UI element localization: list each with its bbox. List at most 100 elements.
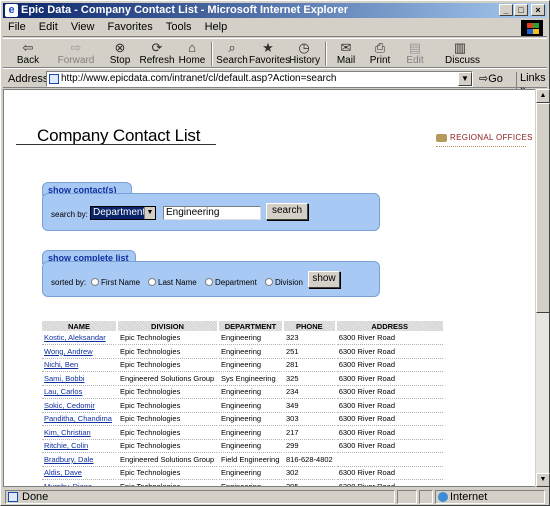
page-title: Company Contact List [37,126,201,145]
column-header-phone[interactable]: PHONE [283,321,337,331]
title-bar: e Epic Data - Company Contact List - Mic… [3,3,547,18]
menu-file[interactable]: File [3,19,31,36]
cell-department: Engineering [218,439,284,453]
cell-department: Engineering [218,412,284,426]
refresh-button[interactable]: ⟳ Refresh [139,39,175,67]
cell-phone: 349 [283,398,337,413]
scroll-up-icon[interactable]: ▲ [536,89,550,103]
edit-button[interactable]: ▤ Edit [405,39,425,67]
phone-icon [436,133,447,142]
sorted-by-label: sorted by: [51,278,87,287]
menu-help[interactable]: Help [200,19,233,36]
cell-name[interactable]: Lau, Carlos [42,385,118,399]
go-arrow-icon: ⇨ [479,73,489,85]
cell-division: Epic Technologies [117,398,219,413]
cell-name[interactable]: Kostic, Aleksandar [42,331,118,345]
table-row: Murphy, Diane Epic Technologies Engineerin… [42,479,445,486]
favorites-icon: ★ [262,40,274,55]
column-header-address[interactable]: ADDRESS [335,321,445,331]
table-row: Panditha, Chandima Epic Technologies Engin… [42,412,445,426]
search-label: Search [216,55,248,66]
show-contacts-panel: search by: Department ▼ Engineering sear… [42,193,380,231]
print-button[interactable]: ⎙ Print [369,39,391,67]
cell-department: Engineering [218,398,284,413]
address-dropdown-button[interactable]: ▼ [458,72,472,86]
sort-division-radio[interactable]: Division [265,278,303,287]
address-input[interactable]: http://www.epicdata.com/intranet/cl/defa… [46,71,473,87]
column-header-department[interactable]: DEPARTMENT [218,321,284,331]
column-header-name[interactable]: NAME [42,321,118,331]
minimize-button[interactable]: _ [499,4,513,16]
cell-department: Engineering [218,425,284,440]
cell-name[interactable]: Sokic, Cedomir [42,398,118,413]
cell-department: Engineering [218,358,284,372]
refresh-icon: ⟳ [151,40,163,55]
cell-name[interactable]: Ritchie, Colin [42,439,118,453]
search-button[interactable]: ⌕ Search [216,39,248,67]
title-underline [16,144,216,145]
discuss-button[interactable]: ▥ Discuss [445,39,480,67]
cell-address: 6300 River Road [335,479,445,486]
cell-phone: 295 [283,479,337,486]
cell-phone: 325 [283,371,337,386]
menu-bar: File Edit View Favorites Tools Help [3,19,547,37]
favorites-button[interactable]: ★ Favorites [249,39,290,67]
forward-button[interactable]: ⇨ Forward [55,39,97,67]
cell-name[interactable]: Nichi, Ben [42,358,118,372]
cell-name[interactable]: Aldis, Dave [42,466,118,480]
search-submit-button[interactable]: search [266,203,308,220]
sort-last-name-radio[interactable]: Last Name [148,278,197,287]
home-button[interactable]: ⌂ Home [177,39,207,67]
cell-name[interactable]: Murphy, Diane [42,479,118,486]
cell-division: Epic Technologies [117,466,219,480]
cell-phone: 302 [283,466,337,480]
cell-name[interactable]: Kim, Christian [42,425,118,440]
cell-name[interactable]: Bradbury, Dale [42,452,118,467]
sort-first-name-radio[interactable]: First Name [91,278,140,287]
go-button[interactable]: ⇨Go [479,72,503,85]
cell-division: Epic Technologies [117,412,219,426]
close-button[interactable]: × [531,4,545,16]
edit-icon: ▤ [408,40,422,55]
scroll-thumb[interactable] [536,103,550,313]
cell-name[interactable]: Sami, Bobbi [42,371,118,386]
menu-edit[interactable]: Edit [34,19,63,36]
mail-button[interactable]: ✉ Mail [333,39,359,67]
maximize-button[interactable]: □ [514,4,528,16]
ie-logo-icon: e [5,4,18,17]
column-header-division[interactable]: DIVISION [117,321,219,331]
history-button[interactable]: ◷ History [289,39,321,67]
sort-department-radio[interactable]: Department [205,278,257,287]
regional-offices-link[interactable]: REGIONAL OFFICES [436,133,533,142]
status-bar: Done Internet [3,489,547,505]
cell-address: 6300 River Road [335,385,445,399]
scroll-down-icon[interactable]: ▼ [536,473,550,487]
cell-division: Epic Technologies [117,425,219,440]
back-button[interactable]: ⇦ Back [9,39,47,67]
cell-division: Epic Technologies [117,479,219,486]
search-field-select[interactable]: Department ▼ [90,206,156,220]
show-list-button[interactable]: show [308,271,340,288]
cell-department: Field Engineering [218,452,284,467]
address-url: http://www.epicdata.com/intranet/cl/defa… [61,73,337,84]
sort-option-label: Department [215,278,257,287]
history-label: History [289,55,321,66]
stop-button[interactable]: ⊗ Stop [105,39,135,67]
cell-phone: 323 [283,331,337,345]
cell-department: Engineering [218,385,284,399]
menu-view[interactable]: View [66,19,100,36]
cell-address: 6300 River Road [335,358,445,372]
menu-favorites[interactable]: Favorites [103,19,158,36]
search-query-input[interactable]: Engineering [163,206,261,220]
cell-name[interactable]: Panditha, Chandima [42,412,118,426]
cell-phone: 281 [283,358,337,372]
table-row: Sokic, Cedomir Epic Technologies Engineeri… [42,398,445,413]
search-by-label: search by: [51,210,88,219]
menu-tools[interactable]: Tools [161,19,197,36]
table-row: Lau, Carlos Epic Technologies Engineering 2… [42,385,445,399]
page-icon [49,74,59,84]
vertical-scrollbar[interactable]: ▲ ▼ [535,89,550,487]
cell-name[interactable]: Wong, Andrew [42,344,118,359]
regional-underline [436,146,526,147]
status-pane [397,490,417,504]
